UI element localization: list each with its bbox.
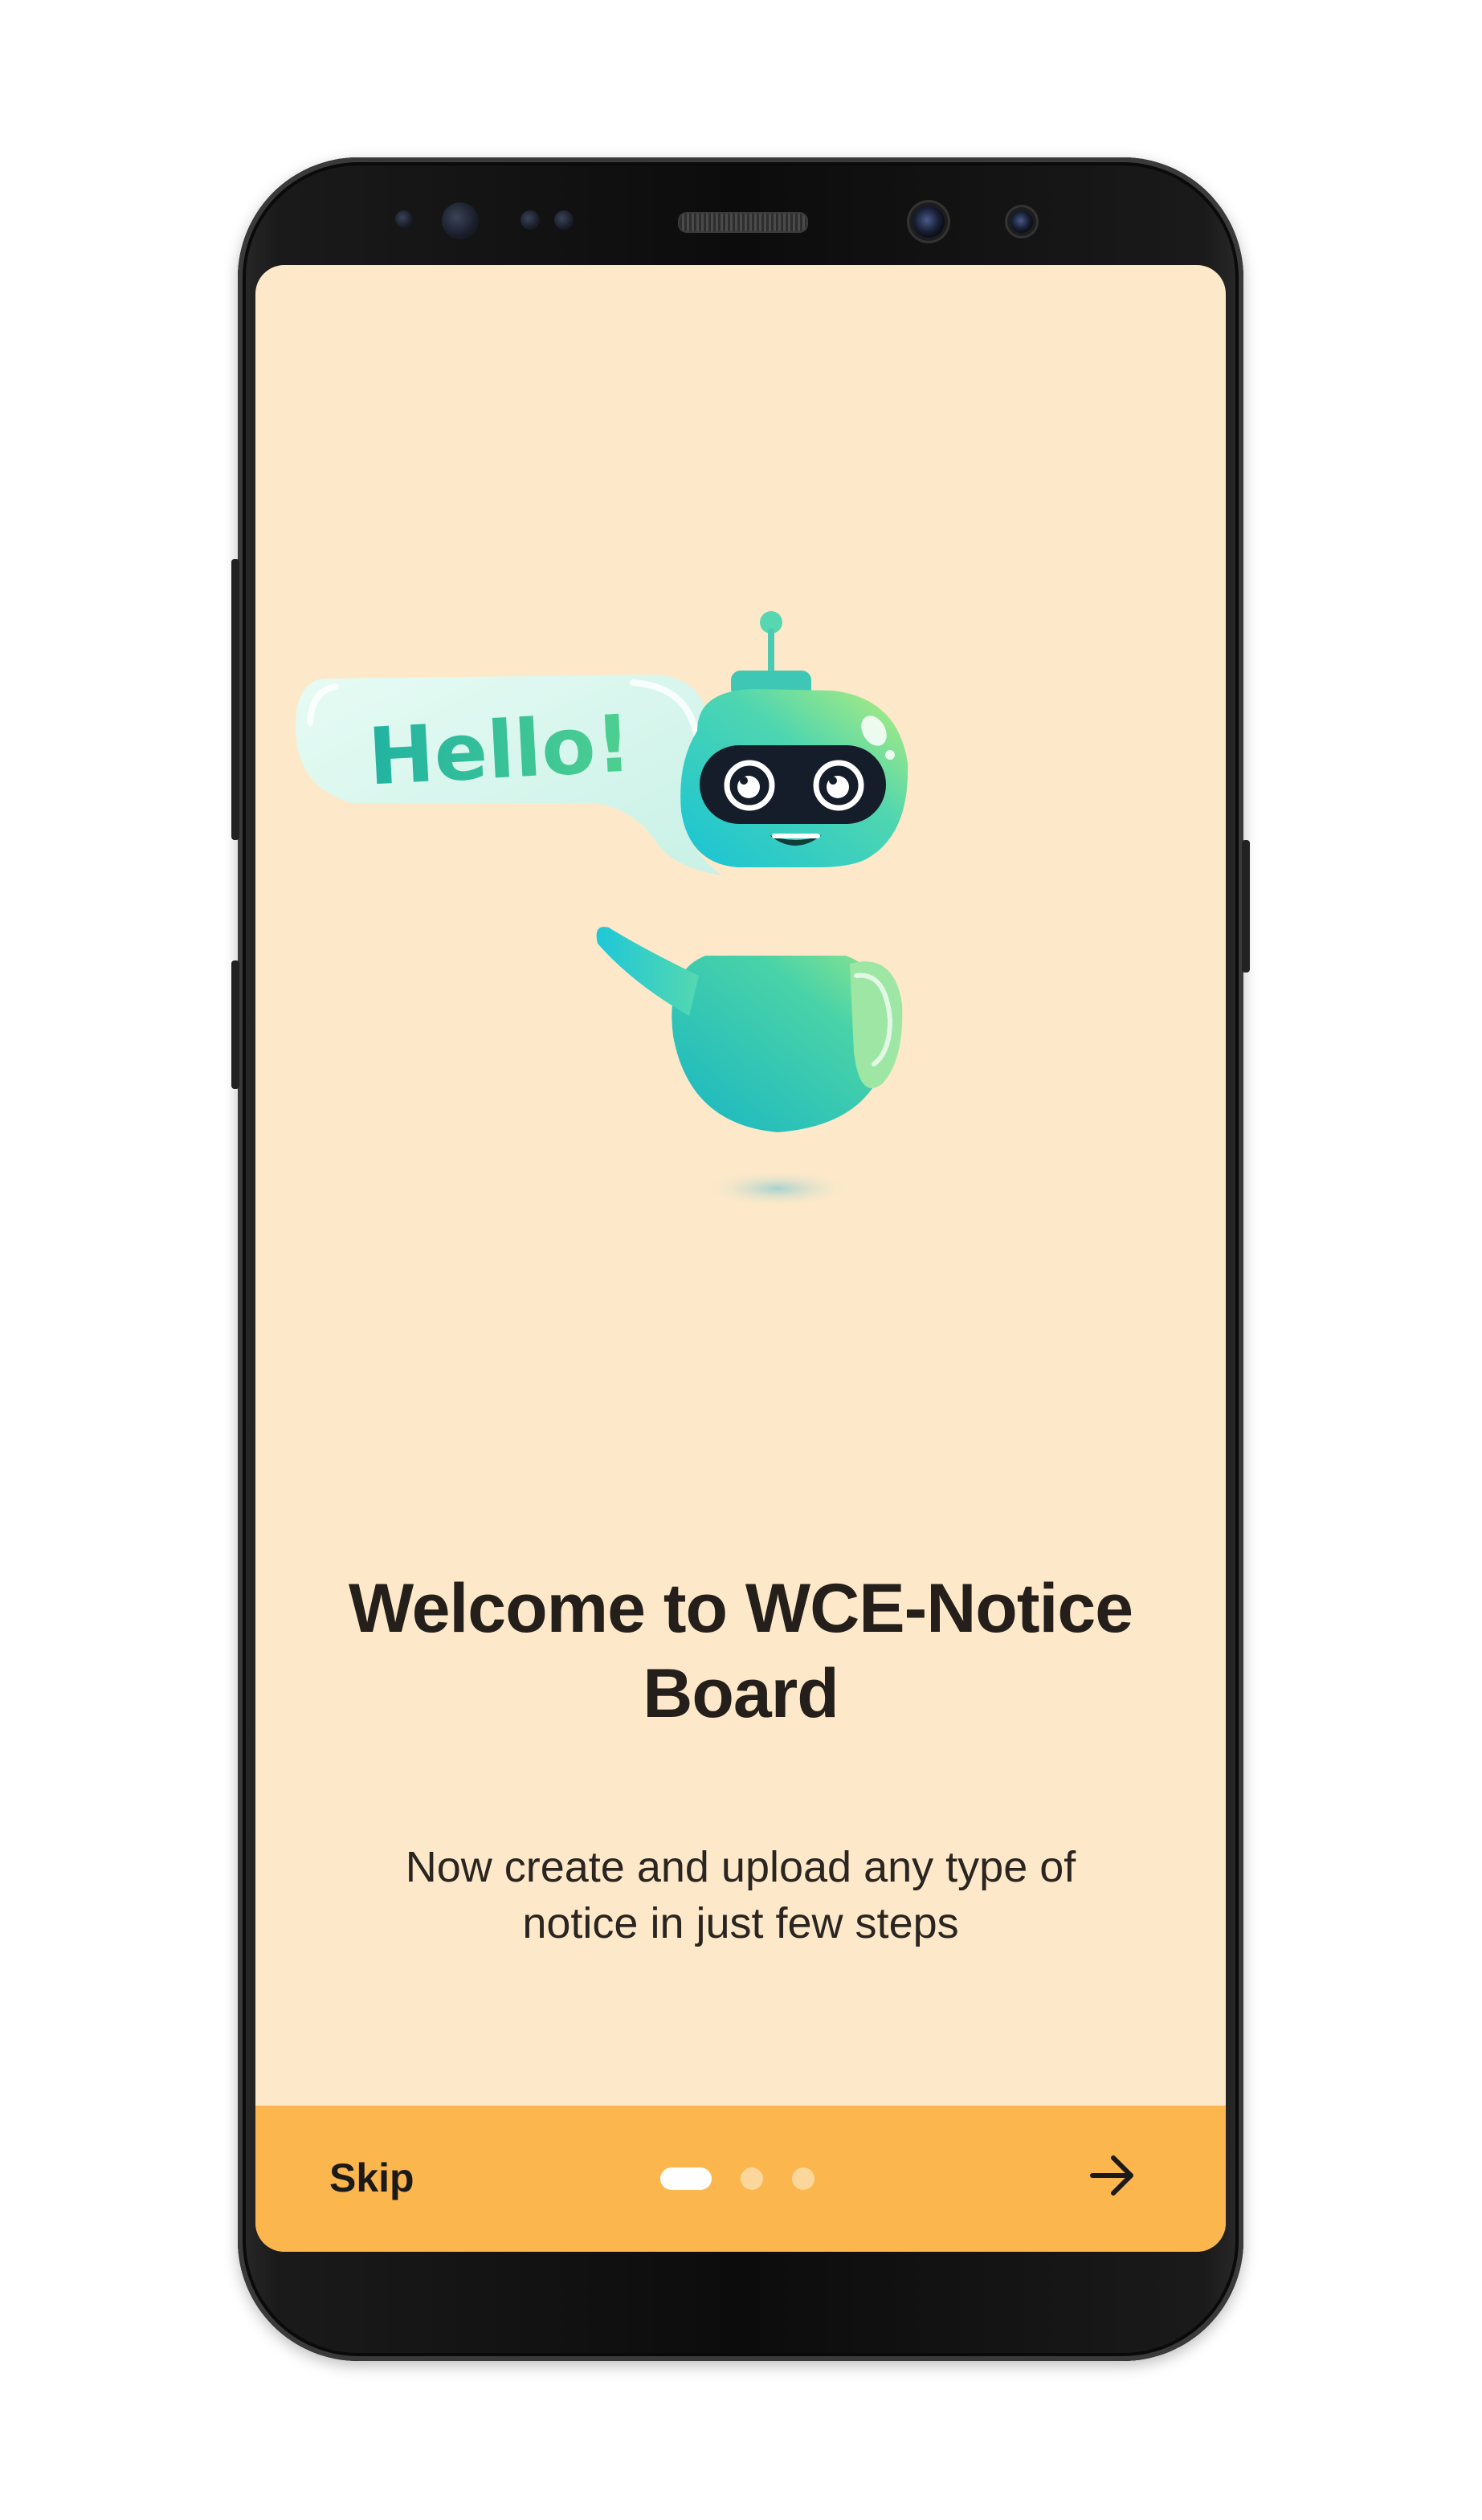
front-camera-icon (912, 206, 945, 238)
robot-illustration: Hello! (296, 611, 908, 1208)
page-dot[interactable] (792, 2167, 814, 2190)
sensor-icon (554, 210, 574, 230)
iris-scanner-icon (1010, 210, 1033, 233)
welcome-subtitle: Now create and upload any type of notice… (405, 1843, 1076, 1947)
power-button (1242, 840, 1250, 973)
welcome-title: Welcome to WCE-Notice Board (348, 1570, 1133, 1732)
page-dot-active[interactable] (660, 2167, 712, 2190)
page-dot[interactable] (741, 2167, 763, 2190)
phone-frame: Hello! Welcome to WCE-Notice Board Now c… (231, 157, 1250, 2361)
speech-bubble: Hello! (296, 675, 721, 875)
bixby-button (231, 960, 239, 1089)
sensor-icon (395, 210, 413, 228)
next-button[interactable] (1084, 2147, 1141, 2204)
bubble-text: Hello! (366, 699, 634, 804)
arrow-right-icon (1090, 2155, 1133, 2196)
sensor-icon (521, 210, 540, 230)
app-screen: Hello! Welcome to WCE-Notice Board Now c… (255, 265, 1226, 2252)
sensor-icon (442, 202, 479, 239)
page-indicator (660, 2167, 843, 2191)
skip-button[interactable]: Skip (329, 2154, 414, 2202)
earpiece-speaker (678, 212, 808, 233)
onboarding-bottom-bar: Skip (255, 2106, 1226, 2252)
volume-button (231, 559, 239, 840)
